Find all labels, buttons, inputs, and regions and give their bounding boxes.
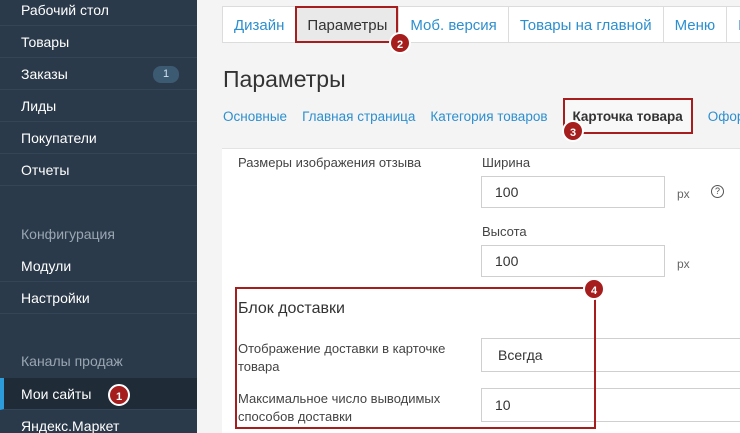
sidebar: Рабочий стол Товары Заказы 1 Лиды Покупат… [0,0,197,433]
subtab-main[interactable]: Основные [223,107,287,134]
sidebar-item-label: Покупатели [21,130,97,146]
sidebar-item-yandex-market[interactable]: Яндекс.Маркет [0,410,197,433]
annotation-marker-2: 2 [389,32,411,54]
sidebar-item-label: Товары [21,34,70,50]
sidebar-item-my-sites[interactable]: Мои сайты [0,378,197,410]
tab-home-products[interactable]: Товары на главной [507,6,663,43]
delivery-display-label: Отображение доставки в карточке товара [238,341,446,374]
sidebar-item-label: Лиды [21,98,57,114]
sidebar-item-customers[interactable]: Покупатели [0,122,197,154]
subtab-home-page[interactable]: Главная страница [302,107,415,134]
sidebar-item-settings[interactable]: Настройки [0,282,197,314]
page-title: Параметры [223,66,346,92]
sub-tabs: Основные Главная страница Категория това… [223,98,740,134]
subtab-product-category[interactable]: Категория товаров [430,107,547,134]
sidebar-item-products[interactable]: Товары [0,26,197,58]
sidebar-item-label: Заказы [21,66,68,82]
top-tabs: Дизайн Параметры Моб. версия Товары на г… [222,6,740,43]
height-label: Высота [482,224,527,239]
review-image-size-label: Размеры изображения отзыва [238,155,422,170]
sidebar-item-label: Рабочий стол [21,2,109,18]
delivery-display-select[interactable]: Всегда [481,338,740,372]
width-input[interactable]: 100 [481,176,665,208]
annotation-marker-3: 3 [562,120,584,142]
help-icon[interactable]: ? [711,185,724,198]
tab-design[interactable]: Дизайн [222,6,296,43]
sidebar-item-label: Мои сайты [21,386,92,402]
sidebar-item-label: Настройки [21,290,90,306]
tab-more[interactable]: К [726,6,740,43]
sidebar-item-orders[interactable]: Заказы 1 [0,58,197,90]
sidebar-item-modules[interactable]: Модули [0,250,197,282]
sidebar-item-label: Отчеты [21,162,70,178]
tab-mobile-version[interactable]: Моб. версия [398,6,508,43]
max-delivery-methods-label: Максимальное число выводимых способов до… [238,391,441,424]
sidebar-item-label: Модули [21,258,72,274]
height-input[interactable]: 100 [481,245,665,277]
orders-count-badge: 1 [153,66,179,83]
width-unit: px [677,187,690,201]
max-delivery-methods-input[interactable]: 10 [481,388,740,422]
width-label: Ширина [482,155,531,170]
subtab-design[interactable]: Офор [708,107,740,134]
tab-menu[interactable]: Меню [662,6,727,43]
sidebar-group-sales-channels: Каналы продаж [21,353,123,369]
annotation-marker-4: 4 [583,278,605,300]
annotation-marker-1: 1 [108,384,130,406]
delivery-block-title: Блок доставки [238,300,345,317]
sidebar-item-leads[interactable]: Лиды [0,90,197,122]
sidebar-group-configuration: Конфигурация [21,226,115,242]
sidebar-item-label: Яндекс.Маркет [21,418,120,433]
sidebar-item-reports[interactable]: Отчеты [0,154,197,186]
tab-parameters[interactable]: Параметры [295,6,399,43]
sidebar-item-dashboard[interactable]: Рабочий стол [0,0,197,26]
height-unit: px [677,257,690,271]
